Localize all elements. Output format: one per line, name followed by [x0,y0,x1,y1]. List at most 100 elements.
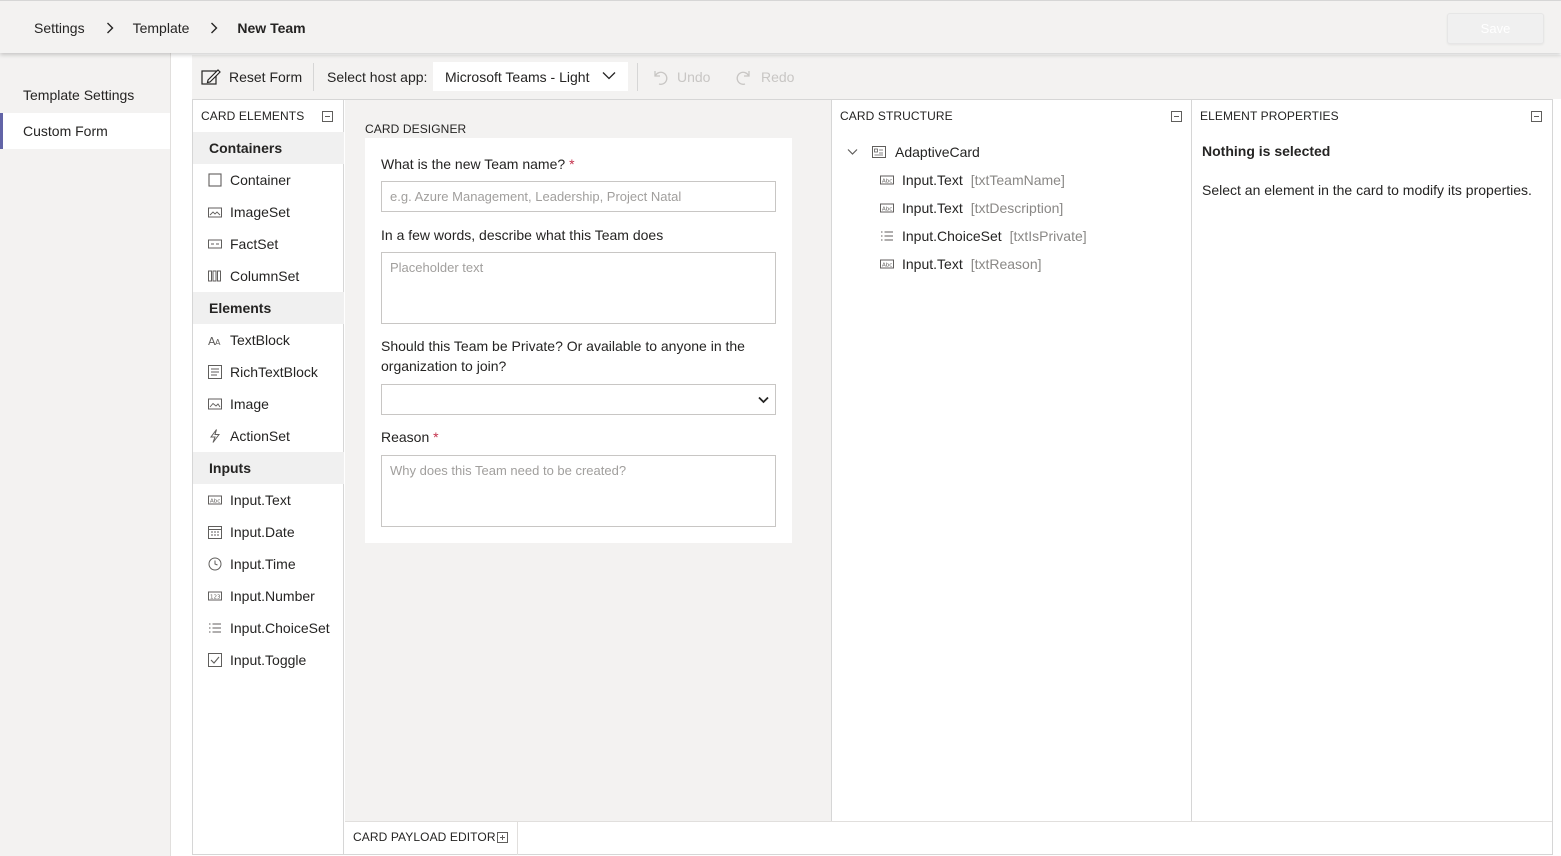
tree-node-adaptivecard[interactable]: AdaptiveCard [847,142,980,162]
collapse-icon[interactable] [322,111,333,122]
image-icon [208,398,222,410]
palette-item-textblock[interactable]: AA TextBlock [193,324,344,356]
palette-item-label: FactSet [230,236,279,252]
palette-item-input-choiceset[interactable]: Input.ChoiceSet [193,612,344,644]
tree-node-type: Input.ChoiceSet [902,228,1002,244]
adaptive-card-preview[interactable]: What is the new Team name? * e.g. Azure … [365,138,792,543]
private-choice-select[interactable] [381,384,776,415]
lightning-icon [210,429,220,443]
svg-text:Abc: Abc [882,179,892,185]
palette-item-label: Image [230,396,269,412]
palette-item-container[interactable]: Container [193,164,344,196]
redo-label: Redo [761,69,795,85]
palette-item-input-date[interactable]: Input.Date [193,516,344,548]
tree-node-id: [txtReason] [970,256,1042,272]
svg-text:Abc: Abc [882,207,892,213]
list-icon [881,231,893,241]
field-label-text: Reason [381,429,430,445]
breadcrumb-current: New Team [237,20,306,36]
element-properties-title: ELEMENT PROPERTIES [1200,109,1339,123]
tree-node-label: AdaptiveCard [895,144,980,160]
tree-node-id: [txtIsPrivate] [1009,228,1087,244]
tree-node-type: Input.Text [902,200,963,216]
designer-toolbar: Reset Form Select host app: Microsoft Te… [192,55,1561,99]
left-nav: Template Settings Custom Form [0,53,171,856]
clock-icon [208,557,222,571]
palette-item-label: ActionSet [230,428,290,444]
input-placeholder: Placeholder text [390,260,484,275]
palette-item-input-toggle[interactable]: Input.Toggle [193,644,344,676]
private-question-label: Should this Team be Private? Or availabl… [381,338,745,374]
list-icon [209,623,221,633]
palette-item-imageset[interactable]: ImageSet [193,196,344,228]
breadcrumb-settings[interactable]: Settings [34,20,85,36]
breadcrumb-template[interactable]: Template [133,20,190,36]
palette-item-columnset[interactable]: ColumnSet [193,260,344,292]
team-name-input[interactable]: e.g. Azure Management, Leadership, Proje… [381,181,776,212]
richtextblock-icon [208,365,222,379]
palette-item-input-time[interactable]: Input.Time [193,548,344,580]
breadcrumb: Settings Template New Team [34,20,306,36]
save-button[interactable]: Save [1447,13,1544,44]
palette-item-label: Input.Toggle [230,652,307,668]
textblock-icon: AA [208,335,221,347]
chevron-down-icon [758,396,769,404]
host-app-label: Select host app: [327,69,428,85]
tree-node-type: Input.Text [902,256,963,272]
tree-node-type: Input.Text [902,172,963,188]
category-elements: Elements [193,292,344,324]
tree-node-input[interactable]: Abc Input.Text [txtDescription] [880,198,1063,218]
tree-node-input[interactable]: Input.ChoiceSet [txtIsPrivate] [880,226,1087,246]
palette-item-label: Input.Text [230,492,291,508]
palette-item-image[interactable]: Image [193,388,344,420]
collapse-icon[interactable] [1531,111,1542,122]
collapse-icon[interactable] [1171,111,1182,122]
payload-editor-title: CARD PAYLOAD EDITOR [353,830,496,844]
card-elements-title: CARD ELEMENTS [201,109,305,123]
card-designer-title: CARD DESIGNER [365,122,467,136]
palette-item-factset[interactable]: FactSet [193,228,344,260]
payload-divider [517,822,518,855]
undo-button[interactable]: Undo [651,55,710,99]
palette-item-input-text[interactable]: Abc Input.Text [193,484,344,516]
palette-item-richtextblock[interactable]: RichTextBlock [193,356,344,388]
palette-item-label: Container [230,172,291,188]
input-text-icon: Abc [880,259,894,269]
palette-item-label: RichTextBlock [230,364,318,380]
tree-node-input[interactable]: Abc Input.Text [txtReason] [880,254,1042,274]
reason-label: Reason * [381,427,439,447]
redo-button[interactable]: Redo [735,55,794,99]
reason-textarea[interactable]: Why does this Team need to be created? [381,455,776,527]
chevron-right-icon [106,22,114,34]
palette-item-label: Input.Date [230,524,295,540]
input-text-icon: Abc [208,495,222,505]
palette-item-label: Input.ChoiceSet [230,620,330,636]
palette-item-input-number[interactable]: 123 Input.Number [193,580,344,612]
tree-node-input[interactable]: Abc Input.Text [txtTeamName] [880,170,1065,190]
required-marker: * [569,156,575,172]
toolbar-divider [637,63,638,91]
host-app-select[interactable]: Microsoft Teams - Light [433,62,628,91]
columnset-icon [208,270,221,282]
element-properties-panel [1193,100,1552,821]
svg-text:123: 123 [210,595,221,601]
card-payload-editor-bar[interactable]: CARD PAYLOAD EDITOR [345,821,1552,855]
palette-item-label: Input.Number [230,588,315,604]
chevron-down-icon [602,72,616,80]
palette-item-label: ImageSet [230,204,290,220]
palette-item-label: TextBlock [230,332,290,348]
team-name-label: What is the new Team name? * [381,154,575,174]
input-placeholder: e.g. Azure Management, Leadership, Proje… [390,189,682,204]
palette-item-actionset[interactable]: ActionSet [193,420,344,452]
expand-icon[interactable] [497,832,508,843]
properties-message: Select an element in the card to modify … [1202,182,1532,198]
description-textarea[interactable]: Placeholder text [381,252,776,324]
input-placeholder: Why does this Team need to be created? [390,463,627,478]
calendar-icon [208,526,222,539]
reset-form-button[interactable]: Reset Form [201,55,302,99]
tree-node-id: [txtTeamName] [970,172,1065,188]
nav-item-template-settings[interactable]: Template Settings [0,77,170,113]
nav-item-custom-form[interactable]: Custom Form [0,113,170,149]
field-label-text: What is the new Team name? [381,156,566,172]
app-header: Settings Template New Team Save [0,0,1561,53]
